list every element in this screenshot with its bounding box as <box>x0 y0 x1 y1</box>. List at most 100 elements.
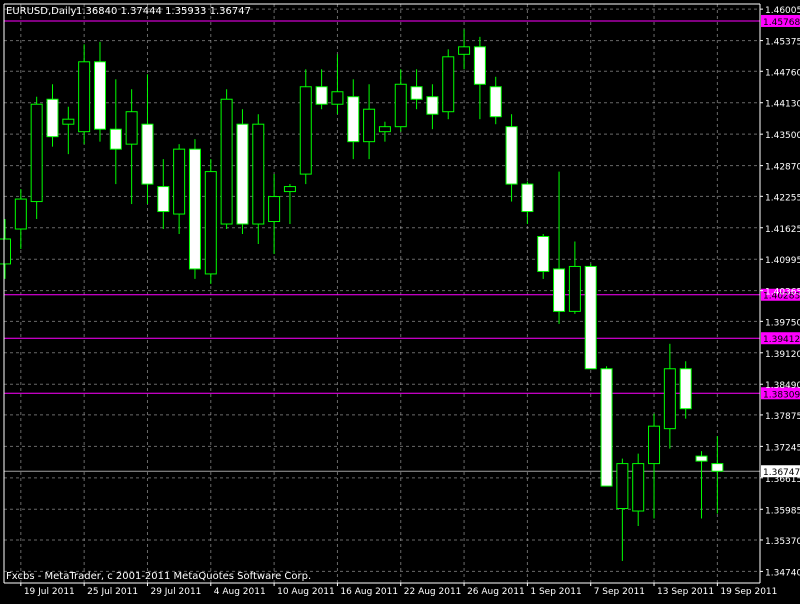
candle <box>0 219 11 279</box>
candle-body-bullish <box>252 123 265 225</box>
candle-body-bearish <box>236 123 249 225</box>
candle-body-bearish <box>93 61 106 130</box>
candle <box>268 174 281 254</box>
candle-body-bullish <box>14 198 27 230</box>
x-tick-label: 19 Jul 2011 <box>24 587 75 597</box>
candle <box>521 181 534 225</box>
symbol-label: EURUSD,Daily <box>6 6 77 17</box>
y-tick-label: 1.35985 <box>765 506 800 516</box>
candle-body-bearish <box>410 86 423 100</box>
x-tick-label: 25 Jul 2011 <box>87 587 138 597</box>
price-chart[interactable]: 1.45768 1.40283 1.39412 1.38309 1.36747 1.46… <box>0 0 800 600</box>
candle <box>426 84 439 130</box>
y-tick-label: 1.39120 <box>765 350 800 360</box>
candle <box>505 114 518 202</box>
candle <box>14 189 27 249</box>
x-tick-label: 22 Aug 2011 <box>404 587 462 597</box>
y-tick-label: 1.43500 <box>765 131 800 141</box>
candlestick-chart-svg[interactable]: 1.457681.402831.394121.383091.36747 1.46… <box>0 0 800 600</box>
candle <box>236 109 249 234</box>
x-tick-label: 4 Aug 2011 <box>214 587 266 597</box>
candle-body-bearish <box>505 126 518 185</box>
candle <box>473 36 486 120</box>
candle <box>442 49 455 120</box>
candle <box>663 343 676 449</box>
candle <box>347 79 360 160</box>
candle-body-bearish <box>553 268 566 312</box>
y-tick-label: 1.46005 <box>765 6 800 16</box>
candle-body-bullish <box>62 118 75 125</box>
candle <box>489 76 502 125</box>
candle-body-bearish <box>347 96 360 143</box>
candle-body-bearish <box>711 463 724 472</box>
candle-body-bearish <box>157 186 170 213</box>
candle <box>252 114 265 244</box>
y-tick-label: 1.42255 <box>765 193 800 203</box>
candle <box>363 84 376 160</box>
candle <box>283 184 296 225</box>
candle <box>62 106 75 155</box>
candle-body-bullish <box>78 61 91 133</box>
candle-body-bearish <box>600 368 613 487</box>
ohlc-readout: 1.36840 1.37444 1.35933 1.36747 <box>76 6 251 17</box>
candle <box>93 41 106 142</box>
candle-body-bullish <box>0 238 11 265</box>
candle-body-bearish <box>537 235 550 272</box>
candle <box>537 233 550 279</box>
candle-body-bullish <box>442 56 455 113</box>
candle-body-bearish <box>679 368 692 410</box>
x-tick-label: 7 Sep 2011 <box>594 587 645 597</box>
candle-body-bearish <box>489 86 502 118</box>
y-tick-label: 1.44760 <box>765 68 800 78</box>
candle <box>458 29 471 70</box>
candle <box>220 89 233 230</box>
candle <box>600 366 613 487</box>
y-tick-label: 1.36615 <box>765 475 800 485</box>
candle-body-bullish <box>204 171 217 275</box>
candle-body-bullish <box>394 83 407 128</box>
candle <box>125 89 138 205</box>
y-tick-label: 1.40365 <box>765 288 800 298</box>
candle-body-bullish <box>632 463 645 512</box>
y-tick-label: 1.39750 <box>765 318 800 328</box>
x-tick-label: 13 Sep 2011 <box>657 587 714 597</box>
y-tick-label: 1.37245 <box>765 443 800 453</box>
candle-body-bearish <box>584 265 597 370</box>
candle <box>584 263 597 370</box>
grid <box>4 4 760 583</box>
candle-body-bullish <box>283 186 296 193</box>
candle <box>711 436 724 514</box>
y-tick-label: 1.37875 <box>765 412 800 422</box>
candle-body-bullish <box>363 108 376 143</box>
candle-body-bearish <box>141 123 154 185</box>
candle-body-bullish <box>648 425 661 465</box>
candle-body-bearish <box>521 183 534 213</box>
level-line-price-label: 1.38309 <box>763 390 800 400</box>
candle <box>394 69 407 132</box>
candle <box>157 159 170 230</box>
candle <box>679 361 692 419</box>
candle-body-bullish <box>125 111 138 145</box>
y-tick-label: 1.44130 <box>765 100 800 110</box>
x-tick-label: 19 Sep 2011 <box>720 587 777 597</box>
candle-body-bearish <box>426 96 439 115</box>
level-line-price-label: 1.45768 <box>763 18 800 28</box>
candle <box>30 96 43 220</box>
candle-body-bullish <box>458 46 471 55</box>
x-tick-label: 29 Jul 2011 <box>150 587 201 597</box>
candle <box>632 453 645 526</box>
candle <box>695 451 708 519</box>
candle <box>46 84 59 147</box>
candle <box>204 159 217 284</box>
candle-body-bullish <box>220 98 233 225</box>
candle-body-bearish <box>109 128 122 150</box>
candle-body-bullish <box>173 148 186 215</box>
x-tick-label: 1 Sep 2011 <box>530 587 581 597</box>
copyright-text: Fxcbs - MetaTrader, c 2001-2011 MetaQuot… <box>6 571 311 582</box>
y-tick-label: 1.40995 <box>765 256 800 266</box>
candle-body-bullish <box>378 126 391 133</box>
candle <box>331 54 344 115</box>
y-tick-label: 1.38490 <box>765 381 800 391</box>
x-tick-label: 26 Aug 2011 <box>467 587 525 597</box>
candle <box>378 121 391 142</box>
